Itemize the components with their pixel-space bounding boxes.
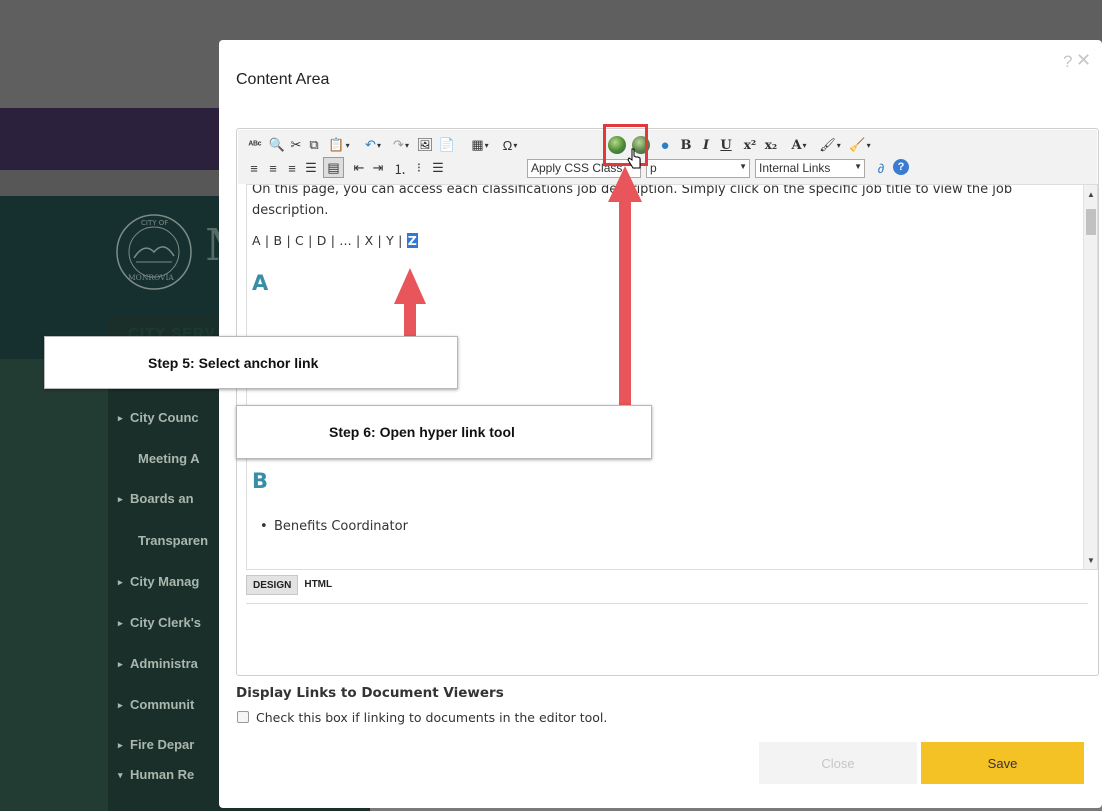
step5-callout: Step 5: Select anchor link [44, 336, 458, 389]
step6-text: Step 6: Open hyper link tool [329, 424, 515, 440]
step5-arrow-head [394, 268, 426, 304]
step6-arrow-head [608, 166, 642, 202]
step6-arrow-shaft [619, 200, 631, 407]
step5-text: Step 5: Select anchor link [148, 354, 319, 371]
step6-callout: Step 6: Open hyper link tool [236, 405, 652, 459]
